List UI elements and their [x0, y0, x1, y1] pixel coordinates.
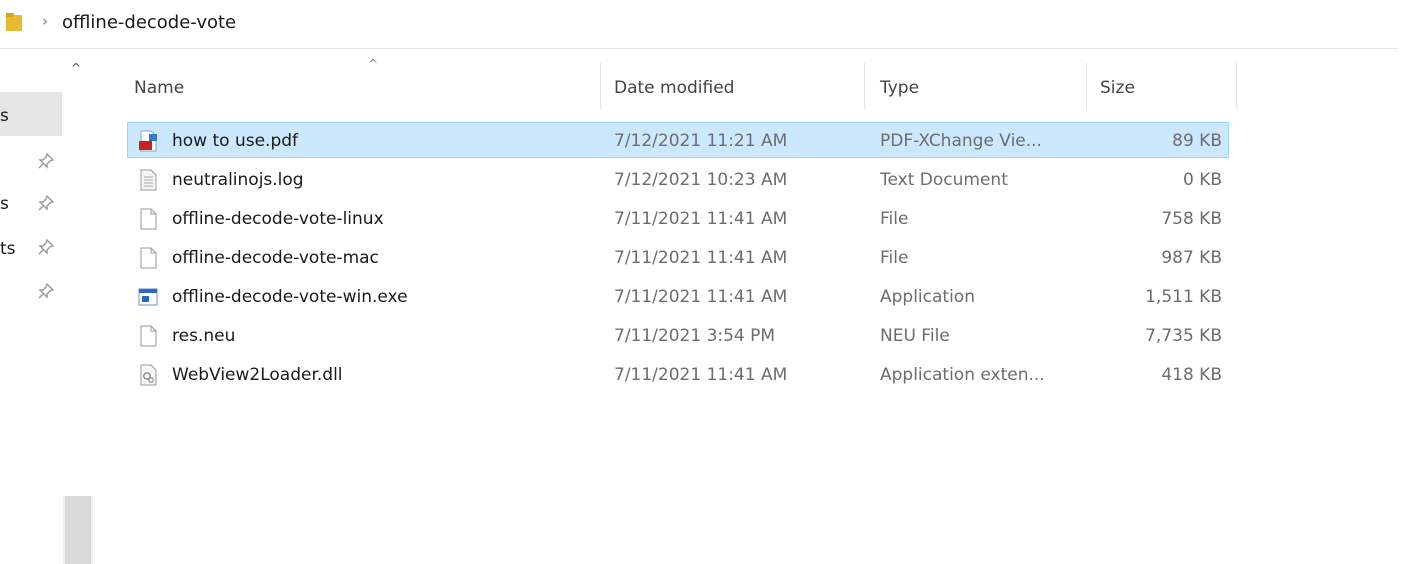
file-size: 7,735 KB [1145, 326, 1222, 346]
file-row[interactable]: offline-decode-vote-linux 7/11/2021 11:4… [127, 200, 1229, 236]
file-type: Application exten... [880, 365, 1045, 385]
column-header-type[interactable]: Type [870, 65, 1086, 111]
column-divider[interactable] [864, 63, 865, 109]
file-explorer-window: › offline-decode-vote s s ts ^ ^ Name Da… [0, 0, 1407, 564]
file-date-modified: 7/11/2021 11:41 AM [614, 209, 788, 229]
file-type: PDF-XChange Vie... [880, 131, 1042, 151]
text-file-icon [140, 169, 157, 191]
file-name: neutralinojs.log [172, 170, 304, 190]
nav-item-selected[interactable] [0, 92, 62, 136]
file-type: File [880, 248, 909, 268]
pdf-file-icon [139, 130, 157, 152]
file-size: 987 KB [1161, 248, 1222, 268]
file-date-modified: 7/11/2021 11:41 AM [614, 287, 788, 307]
file-size: 418 KB [1161, 365, 1222, 385]
file-name: offline-decode-vote-win.exe [172, 287, 408, 307]
nav-item-label[interactable]: s [0, 106, 9, 126]
nav-scrollbar[interactable]: ^ [63, 49, 93, 564]
column-divider[interactable] [1236, 63, 1237, 109]
application-icon [138, 288, 158, 306]
folder-icon [6, 13, 22, 31]
pin-icon[interactable] [38, 283, 54, 299]
file-row[interactable]: offline-decode-vote-mac 7/11/2021 11:41 … [127, 239, 1229, 275]
file-date-modified: 7/11/2021 11:41 AM [614, 248, 788, 268]
file-type: Text Document [880, 170, 1008, 190]
file-name: WebView2Loader.dll [172, 365, 343, 385]
blank-file-icon [140, 325, 157, 347]
file-date-modified: 7/11/2021 11:41 AM [614, 365, 788, 385]
file-size: 1,511 KB [1145, 287, 1222, 307]
file-name: res.neu [172, 326, 236, 346]
scroll-thumb[interactable] [65, 496, 91, 564]
file-row[interactable]: how to use.pdf 7/12/2021 11:21 AM PDF-XC… [127, 122, 1229, 158]
file-name: offline-decode-vote-mac [172, 248, 379, 268]
file-list: ^ Name Date modified Type Size how to us… [100, 49, 1400, 564]
file-row[interactable]: neutralinojs.log 7/12/2021 10:23 AM Text… [127, 161, 1229, 197]
column-header-size[interactable]: Size [1090, 65, 1236, 111]
file-date-modified: 7/11/2021 3:54 PM [614, 326, 776, 346]
pin-icon[interactable] [38, 153, 54, 169]
column-header-date-modified[interactable]: Date modified [604, 65, 864, 111]
file-row[interactable]: offline-decode-vote-win.exe 7/11/2021 11… [127, 278, 1229, 314]
column-divider[interactable] [1086, 63, 1087, 109]
file-name: how to use.pdf [172, 131, 299, 151]
column-divider[interactable] [600, 63, 601, 109]
dll-file-icon [140, 364, 157, 386]
file-row[interactable]: res.neu 7/11/2021 3:54 PM NEU File 7,735… [127, 317, 1229, 353]
file-name: offline-decode-vote-linux [172, 209, 384, 229]
file-size: 0 KB [1182, 170, 1222, 190]
pin-icon[interactable] [38, 195, 54, 211]
file-type: File [880, 209, 909, 229]
breadcrumb-current-folder[interactable]: offline-decode-vote [62, 12, 236, 33]
nav-item-label[interactable]: ts [0, 239, 16, 259]
file-size: 89 KB [1172, 131, 1222, 151]
column-header-name[interactable]: Name [124, 65, 600, 111]
file-type: Application [880, 287, 975, 307]
scroll-track[interactable] [63, 496, 93, 564]
file-size: 758 KB [1161, 209, 1222, 229]
file-row[interactable]: WebView2Loader.dll 7/11/2021 11:41 AM Ap… [127, 356, 1229, 392]
navigation-pane: s s ts ^ [0, 49, 100, 564]
file-date-modified: 7/12/2021 10:23 AM [614, 170, 788, 190]
file-date-modified: 7/12/2021 11:21 AM [614, 131, 788, 151]
pin-icon[interactable] [38, 239, 54, 255]
file-type: NEU File [880, 326, 950, 346]
scroll-up-icon[interactable]: ^ [71, 61, 81, 75]
blank-file-icon [140, 247, 157, 269]
blank-file-icon [140, 208, 157, 230]
breadcrumb-separator[interactable]: › [42, 12, 48, 30]
address-bar[interactable]: › offline-decode-vote [0, 0, 1398, 49]
nav-item-label[interactable]: s [0, 194, 9, 214]
